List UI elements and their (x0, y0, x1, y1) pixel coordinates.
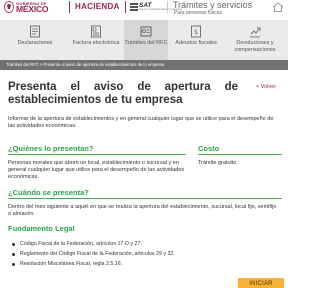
nav-label: Adeudos fiscales (175, 40, 217, 46)
heading-rule (8, 198, 282, 199)
site-subtitle: Para personas físicas (174, 10, 223, 16)
page-title: Presenta el aviso de apertura de estable… (8, 81, 238, 106)
who-text: Personas morales que abren un local, est… (8, 160, 185, 180)
list-item: Código Fiscal de la Federación, artículo… (12, 241, 175, 251)
nav-item-devoluciones[interactable]: Devoluciones y compensaciones (222, 20, 288, 60)
iniciar-button[interactable]: INICIAR (238, 278, 284, 288)
who-heading: ¿Quiénes lo presentan? (8, 144, 94, 153)
rfc-icon (140, 26, 152, 37)
heading-rule (8, 154, 186, 155)
breadcrumb[interactable]: Trámites del RFC > Presenta el aviso de … (6, 62, 164, 67)
intro-text: Informar de la apertura de establecimien… (8, 116, 274, 129)
back-link[interactable]: < Volver (256, 84, 276, 90)
hacienda-logo[interactable]: HACIENDA (75, 2, 120, 11)
when-heading: ¿Cuándo se presenta? (8, 188, 89, 197)
cost-text: Trámite gratuito. (198, 160, 238, 166)
nav-item-factura[interactable]: Factura electrónica (70, 20, 122, 60)
nav-label: Factura electrónica (72, 40, 120, 46)
divider (69, 1, 70, 13)
home-icon[interactable] (272, 2, 284, 12)
sat-logo[interactable]: SAT SERVICIO DE ADMINISTRACIÓN TRIBUTARI… (130, 2, 182, 12)
when-text: Dentro del mes siguiente a aquél en que … (8, 204, 277, 217)
breadcrumb-bar: Trámites del RFC > Presenta el aviso de … (0, 60, 288, 70)
list-item: Reglamento del Código Fiscal de la Feder… (12, 251, 175, 261)
legal-list: Código Fiscal de la Federación, artículo… (12, 241, 175, 271)
site-title: Trámites y servicios (173, 0, 253, 10)
svg-text:$: $ (194, 29, 198, 36)
list-item: Resolución Miscelánea Fiscal, regla 2.5.… (12, 261, 175, 271)
nav-label: Declaraciones (17, 40, 53, 46)
devoluciones-icon (250, 27, 261, 38)
heading-rule (198, 154, 282, 155)
declaraciones-icon (30, 25, 40, 38)
nav-item-rfc[interactable]: Trámites del RFC (124, 20, 168, 60)
gob-big-text: MÉXICO (16, 4, 49, 14)
main-content: Presenta el aviso de apertura de estable… (0, 70, 288, 288)
gobierno-de-mexico-logo[interactable]: GOBIERNO DE MÉXICO (4, 0, 58, 14)
cost-heading: Costo (198, 144, 220, 153)
legal-heading: Fundamento Legal (8, 224, 75, 233)
nav-item-adeudos[interactable]: $ Adeudos fiscales (170, 20, 222, 60)
top-header: GOBIERNO DE MÉXICO HACIENDA SAT SERVICIO… (0, 0, 288, 16)
adeudos-icon: $ (191, 25, 201, 38)
sat-text: SAT (139, 2, 152, 9)
main-nav: Declaraciones Factura electrónica Trámit… (0, 20, 288, 60)
divider (125, 1, 126, 13)
factura-icon (91, 25, 101, 38)
nav-label: Devoluciones y compensaciones (234, 40, 276, 53)
nav-item-declaraciones[interactable]: Declaraciones (0, 20, 70, 60)
sat-bars-icon (130, 3, 138, 11)
nav-label: Trámites del RFC (124, 40, 168, 46)
divider (167, 1, 168, 13)
eagle-icon (4, 1, 14, 13)
